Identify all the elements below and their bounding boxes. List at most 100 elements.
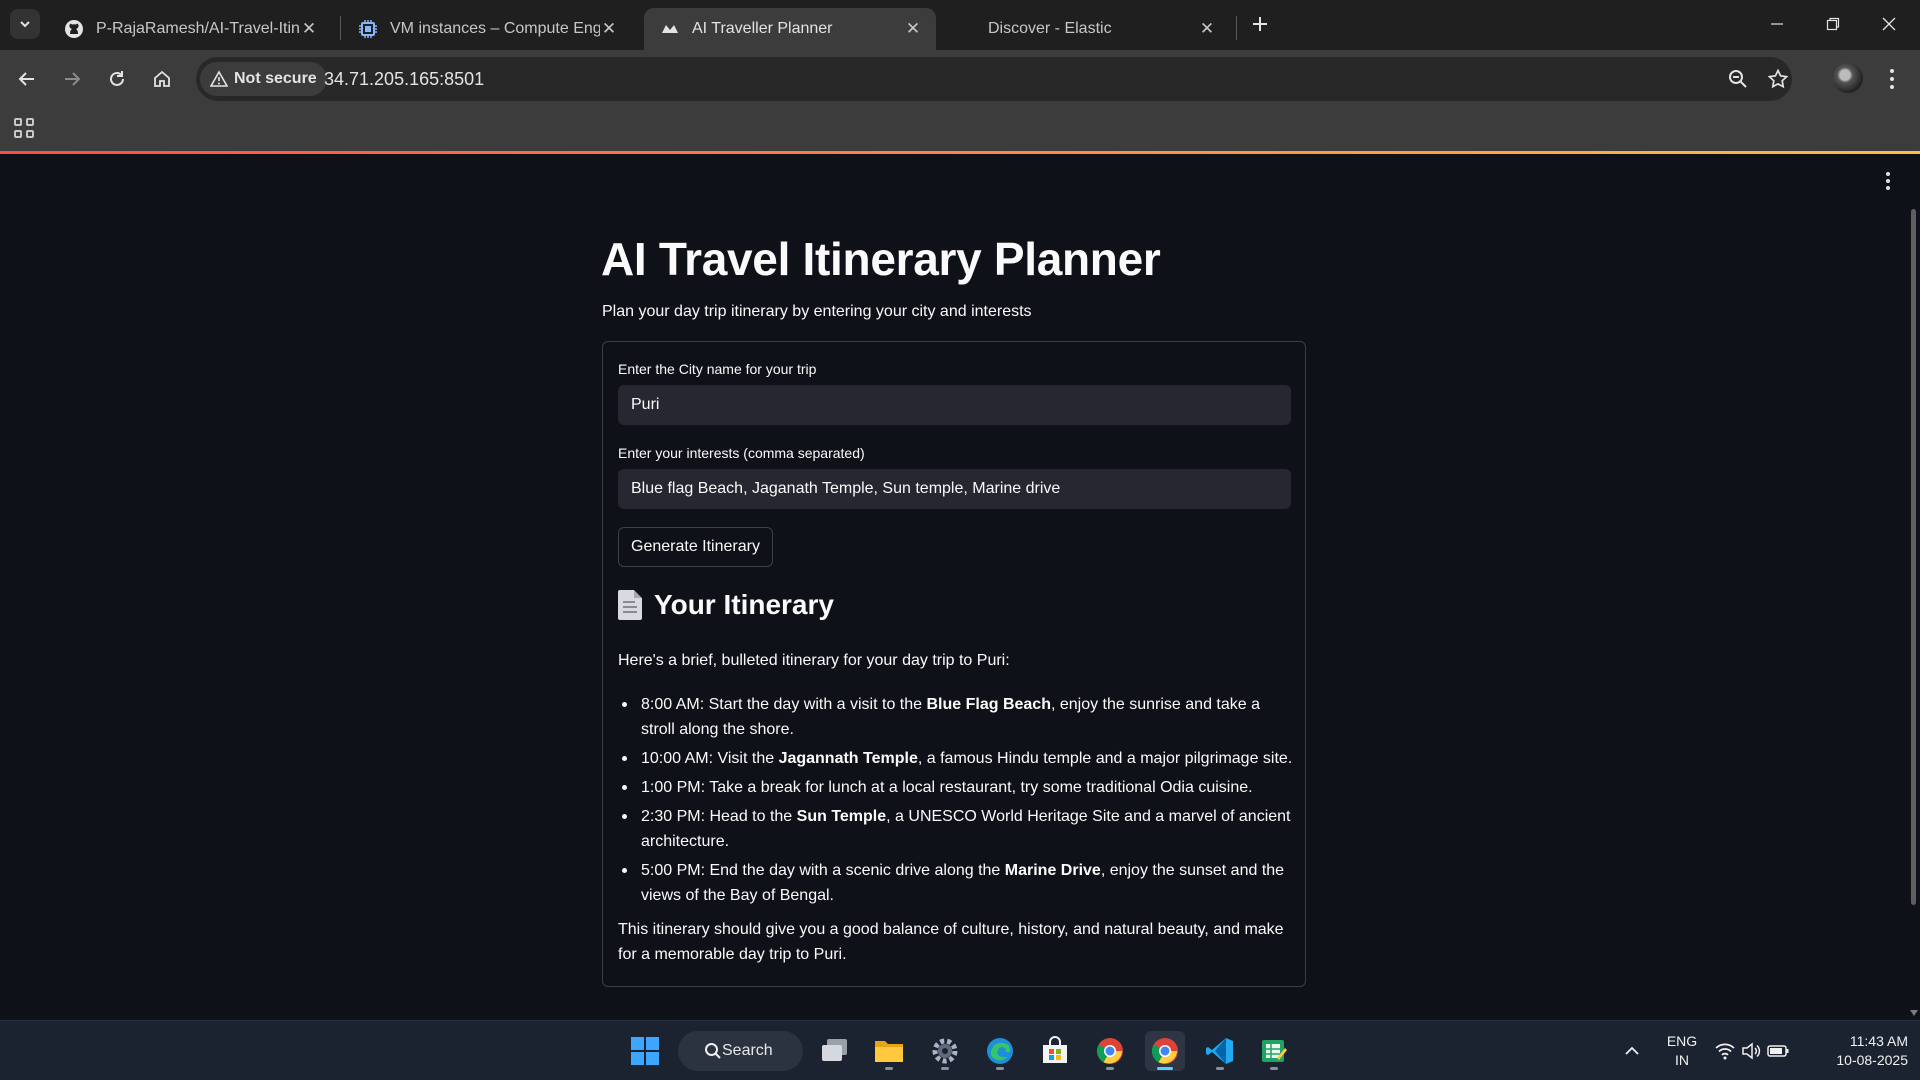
wifi-icon [1715,1043,1735,1060]
list-item: 10:00 AM: Visit the Jagannath Temple, a … [618,746,1298,771]
tray-overflow-button[interactable] [1612,1031,1652,1071]
list-item: 5:00 PM: End the day with a scenic drive… [618,858,1298,908]
app-main-menu-button[interactable] [1880,172,1896,192]
reload-icon [110,71,124,86]
spreadsheet-icon [1262,1040,1287,1062]
itinerary-title: Your Itinerary [654,589,834,620]
address-bar[interactable]: Not secure 34.71.205.165:8501 [196,57,1792,101]
file-explorer-button[interactable] [869,1031,909,1071]
chrome-icon [1151,1038,1178,1064]
close-window-button[interactable] [1866,6,1912,42]
elastic-icon [956,19,976,39]
new-tab-button[interactable] [1246,10,1274,38]
vscode-button[interactable] [1200,1031,1240,1071]
minimize-icon [1771,23,1783,25]
chrome-icon [1096,1038,1123,1064]
clock-date: 10-08-2025 [1836,1052,1908,1068]
compute-engine-icon [358,19,378,39]
tab-github[interactable]: P-RajaRamesh/AI-Travel-Itinerary ✕ [48,8,332,50]
zoom-icon[interactable] [1726,67,1750,91]
streamlit-icon [660,19,680,39]
forward-button[interactable] [55,62,89,96]
restore-button[interactable] [1810,6,1856,42]
home-icon [154,70,170,87]
restore-icon [1826,17,1840,31]
itinerary-form: Enter the City name for your trip Puri E… [602,341,1306,987]
volume-icon [1742,1042,1761,1060]
tab-title: AI Traveller Planner [692,20,833,37]
tab-title: P-RajaRamesh/AI-Travel-Itinerary [96,20,300,37]
chevron-up-icon [1625,1046,1639,1055]
task-view-button[interactable] [815,1031,855,1071]
store-button[interactable] [1035,1031,1075,1071]
network-volume-battery-button[interactable] [1712,1031,1792,1071]
chrome-profile-button[interactable] [1090,1031,1130,1071]
bookmark-star-icon[interactable] [1766,67,1790,91]
tab-vm-instances[interactable]: VM instances – Compute Engine ✕ [342,8,632,50]
arrow-right-icon [65,72,81,86]
store-icon [1043,1036,1067,1063]
bookmarks-bar [0,108,1920,151]
folder-icon [875,1041,903,1062]
interests-input[interactable]: Blue flag Beach, Jaganath Temple, Sun te… [618,469,1291,509]
chrome-active-button[interactable] [1145,1031,1185,1071]
sheets-app-button[interactable] [1254,1031,1294,1071]
edge-icon [987,1038,1013,1064]
settings-button[interactable] [925,1031,965,1071]
gear-icon [932,1038,958,1064]
tab-title: VM instances – Compute Engine [390,20,600,37]
city-label: Enter the City name for your trip [618,361,817,377]
apps-grid-icon[interactable] [14,118,34,138]
close-icon[interactable]: ✕ [904,19,922,39]
vscode-icon [1206,1038,1233,1064]
close-icon[interactable]: ✕ [1198,19,1216,39]
browser-toolbar: Not secure 34.71.205.165:8501 [0,50,1920,108]
close-icon[interactable]: ✕ [600,19,618,39]
taskbar-search[interactable]: Search [678,1031,803,1071]
itinerary-intro: Here's a brief, bulleted itinerary for y… [618,652,1010,669]
itinerary-conclusion: This itinerary should give you a good ba… [618,921,1284,963]
list-item: 1:00 PM: Take a break for lunch at a loc… [618,775,1298,800]
chevron-down-icon [20,21,30,28]
clock[interactable]: 11:43 AM 10-08-2025 [1812,1032,1908,1070]
profile-avatar[interactable] [1833,63,1863,93]
itinerary-list: 8:00 AM: Start the day with a visit to t… [618,692,1298,912]
windows-logo-icon [631,1037,659,1065]
tab-discover-elastic[interactable]: Discover - Elastic ✕ [940,8,1230,50]
list-item: 2:30 PM: Head to the Sun Temple, a UNESC… [618,804,1298,854]
itinerary-heading: Your Itinerary [618,589,834,621]
reload-button[interactable] [100,62,134,96]
close-icon [1882,17,1896,31]
security-label: Not secure [234,70,317,87]
tab-separator [1236,16,1237,40]
list-item: 8:00 AM: Start the day with a visit to t… [618,692,1298,742]
back-button[interactable] [10,62,44,96]
city-input[interactable]: Puri [618,385,1291,425]
taskbar-search-label: Search [722,1042,773,1059]
page-title: AI Travel Itinerary Planner [601,233,1161,285]
security-chip[interactable]: Not secure [200,62,327,96]
minimize-button[interactable] [1754,6,1800,42]
generate-itinerary-button[interactable]: Generate Itinerary [618,527,773,567]
url-text[interactable]: 34.71.205.165:8501 [324,69,484,90]
browser-menu-button[interactable] [1882,64,1902,94]
taskbar: Search ENG IN 11:43 AM 10-08-2025 [0,1020,1920,1080]
home-button[interactable] [145,62,179,96]
edge-button[interactable] [980,1031,1020,1071]
plus-icon [1253,17,1267,31]
page-subtitle: Plan your day trip itinerary by entering… [602,303,1032,320]
clock-time: 11:43 AM [1849,1033,1908,1049]
scroll-down-arrow-icon[interactable] [1910,1010,1918,1016]
page-scrollbar[interactable] [1908,154,1920,1020]
language-indicator[interactable]: ENG IN [1660,1032,1704,1070]
tab-search-button[interactable] [10,9,40,39]
close-icon[interactable]: ✕ [300,19,318,39]
interests-label: Enter your interests (comma separated) [618,445,865,461]
start-button[interactable] [625,1031,665,1071]
github-icon [64,19,84,39]
tab-separator [340,16,341,40]
scrollbar-thumb[interactable] [1911,209,1916,905]
warning-icon [210,70,228,87]
tab-ai-traveller-planner[interactable]: AI Traveller Planner ✕ [644,8,936,50]
tab-title: Discover - Elastic [988,20,1112,37]
